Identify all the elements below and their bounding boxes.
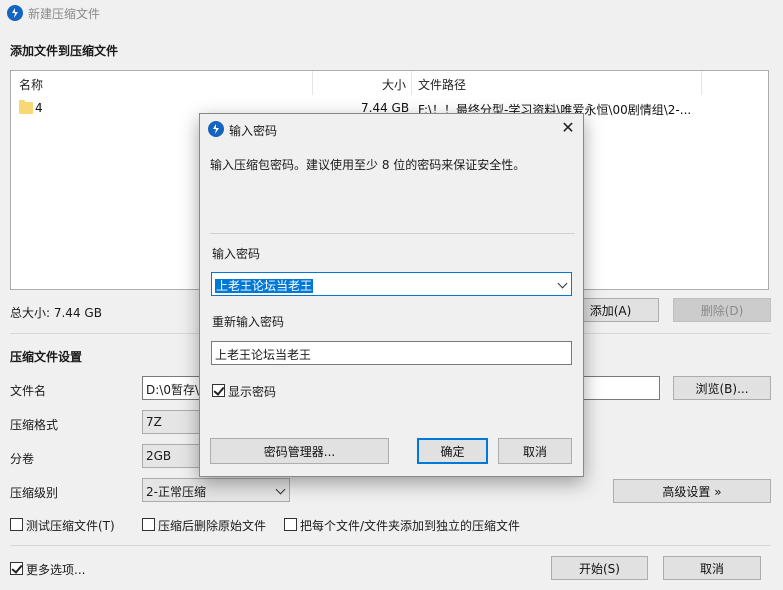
test-archive-label[interactable]: 测试压缩文件(T)	[26, 517, 115, 534]
divider	[210, 233, 575, 234]
ok-button[interactable]: 确定	[417, 438, 488, 464]
more-options-checkbox[interactable]	[10, 562, 23, 575]
show-password-label[interactable]: 显示密码	[228, 383, 276, 400]
level-select-value: 2-正常压缩	[146, 485, 206, 499]
split-select-value: 2GB	[146, 449, 172, 463]
filename-label: 文件名	[10, 384, 47, 398]
total-size-label: 总大小: 7.44 GB	[10, 306, 102, 320]
column-divider[interactable]	[312, 71, 313, 95]
delete-after-label[interactable]: 压缩后删除原始文件	[158, 517, 266, 534]
level-select[interactable]: 2-正常压缩	[142, 478, 290, 502]
add-section-heading: 添加文件到压缩文件	[10, 44, 119, 58]
delete-after-checkbox[interactable]	[142, 518, 155, 531]
reenter-password-input[interactable]: 上老王论坛当老王	[211, 341, 572, 365]
column-header-name[interactable]: 名称	[19, 76, 43, 93]
dialog-title: 输入密码	[229, 124, 278, 138]
dialog-message: 输入压缩包密码。建议使用至少 8 位的密码来保证安全性。	[210, 158, 526, 172]
app-logo-icon	[7, 5, 23, 21]
column-header-size[interactable]: 大小	[382, 76, 406, 93]
password-input-value: 上老王论坛当老王	[215, 279, 314, 293]
delete-button[interactable]: 删除(D)	[673, 298, 771, 322]
title-bar: 新建压缩文件	[0, 0, 783, 26]
column-header-path[interactable]: 文件路径	[418, 76, 466, 93]
column-divider[interactable]	[411, 71, 412, 95]
split-label: 分卷	[10, 452, 35, 466]
reenter-password-label: 重新输入密码	[212, 315, 285, 329]
window-title: 新建压缩文件	[28, 7, 101, 21]
format-label: 压缩格式	[10, 418, 59, 432]
password-manager-button[interactable]: 密码管理器...	[210, 438, 389, 464]
folder-icon	[19, 100, 33, 114]
password-dialog: 输入密码 ✕ 输入压缩包密码。建议使用至少 8 位的密码来保证安全性。 输入密码…	[199, 113, 584, 477]
browse-button[interactable]: 浏览(B)...	[673, 376, 771, 400]
cancel-button[interactable]: 取消	[663, 556, 761, 580]
advanced-settings-button[interactable]: 高级设置 »	[613, 479, 771, 503]
close-icon[interactable]: ✕	[559, 119, 577, 137]
dialog-cancel-button[interactable]: 取消	[498, 438, 572, 464]
separate-archives-checkbox[interactable]	[284, 518, 297, 531]
enter-password-label: 输入密码	[212, 247, 261, 261]
chevron-down-icon	[275, 484, 286, 495]
more-options-label[interactable]: 更多选项...	[26, 561, 85, 578]
file-row-name[interactable]: 4	[35, 101, 43, 115]
format-select-value: 7Z	[146, 415, 162, 429]
start-button[interactable]: 开始(S)	[551, 556, 648, 580]
app-logo-icon	[208, 121, 224, 137]
separate-archives-label[interactable]: 把每个文件/文件夹添加到独立的压缩文件	[300, 517, 520, 534]
divider	[10, 545, 771, 546]
test-archive-checkbox[interactable]	[10, 518, 23, 531]
level-label: 压缩级别	[10, 486, 59, 500]
show-password-checkbox[interactable]	[212, 384, 225, 397]
chevron-down-icon[interactable]	[557, 278, 568, 289]
password-input[interactable]: 上老王论坛当老王	[211, 272, 572, 296]
column-divider[interactable]	[701, 71, 702, 95]
settings-heading: 压缩文件设置	[10, 350, 83, 364]
